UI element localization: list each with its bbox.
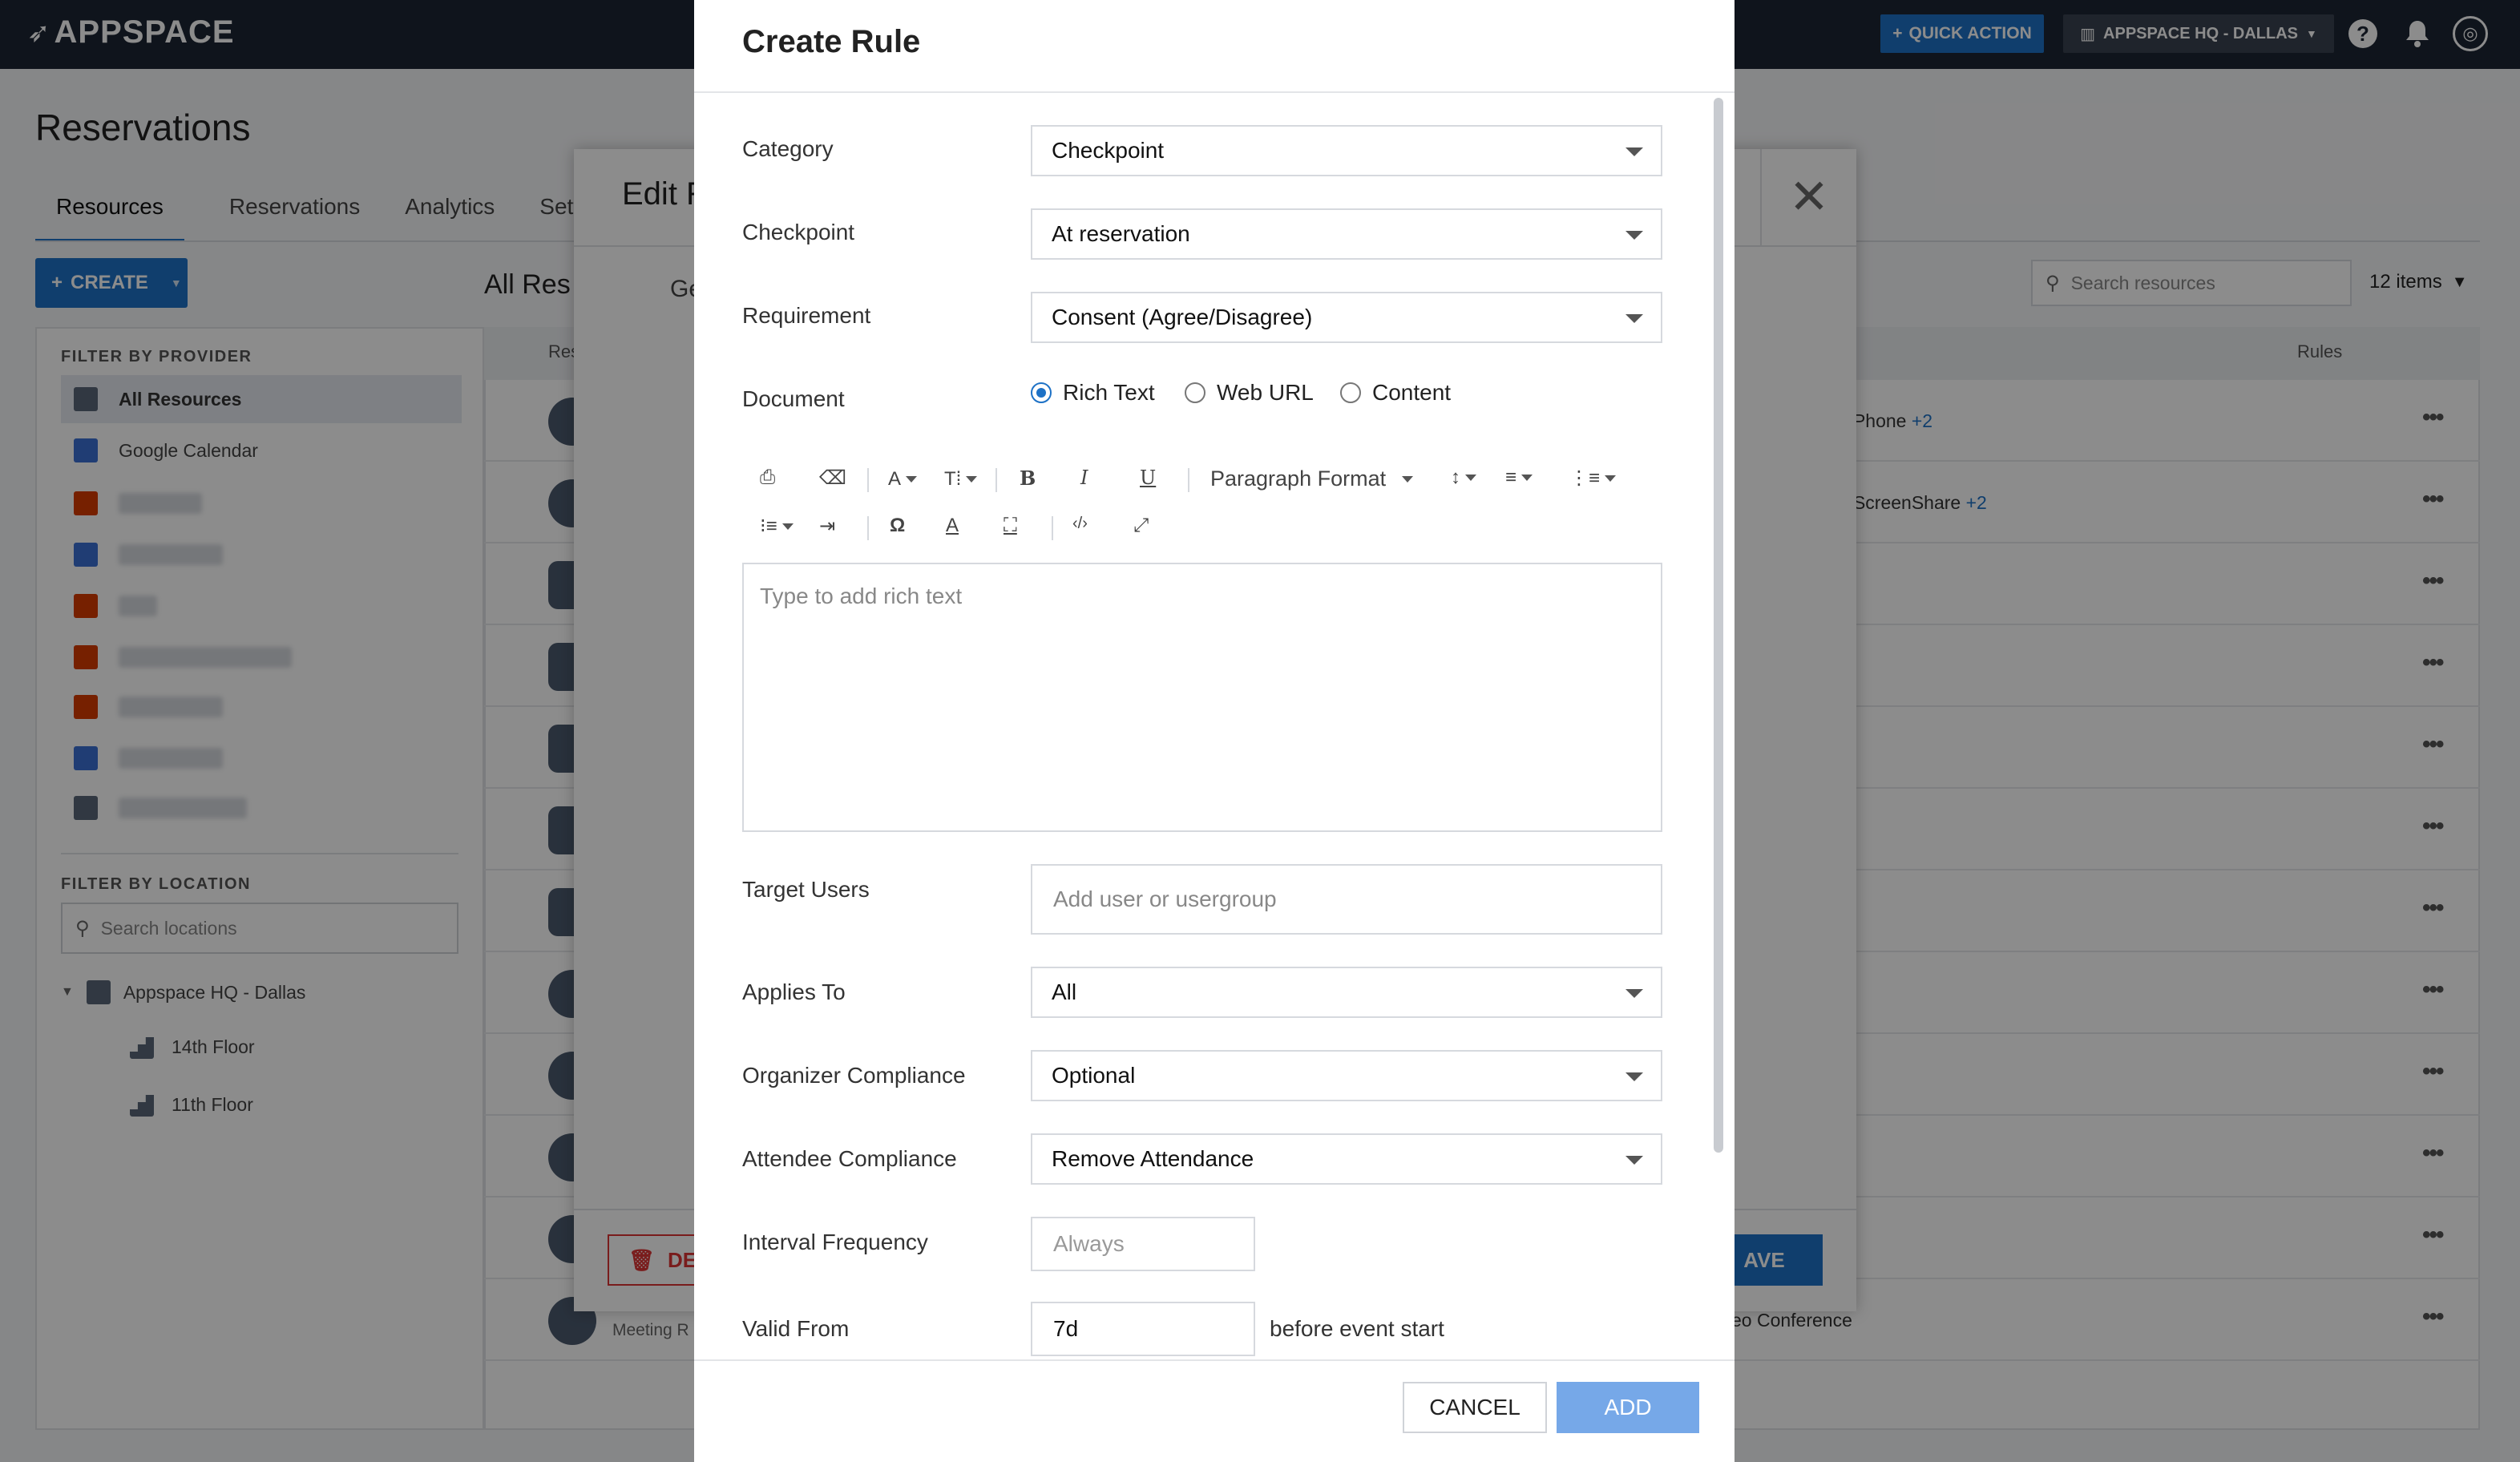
- clear-format-icon[interactable]: ⌫: [819, 466, 846, 490]
- modal-header-divider: [694, 91, 1735, 93]
- print-icon[interactable]: ⎙: [760, 466, 775, 489]
- fullscreen-icon[interactable]: ⤢: [1133, 515, 1149, 537]
- paragraph-format-dropdown[interactable]: Paragraph Format: [1210, 466, 1413, 491]
- text-color-icon[interactable]: A: [946, 515, 959, 537]
- line-height-icon[interactable]: ↕: [1451, 466, 1476, 489]
- attendee-compliance-label: Attendee Compliance: [742, 1146, 957, 1171]
- add-button[interactable]: ADD: [1557, 1382, 1699, 1433]
- attendee-compliance-select[interactable]: Remove Attendance: [1031, 1133, 1662, 1185]
- underline-icon[interactable]: U: [1140, 466, 1156, 489]
- radio-unselected-icon: [1340, 382, 1361, 403]
- cancel-button[interactable]: CANCEL: [1403, 1382, 1547, 1433]
- category-select[interactable]: Checkpoint: [1031, 125, 1662, 176]
- ordered-list-icon[interactable]: ⋮≡: [1569, 466, 1617, 490]
- radio-content[interactable]: Content: [1340, 380, 1451, 406]
- modal-title: Create Rule: [742, 24, 921, 59]
- applies-to-select[interactable]: All: [1031, 967, 1662, 1018]
- chevron-down-icon: [1625, 314, 1643, 323]
- chevron-down-icon: [1625, 1072, 1643, 1081]
- chevron-down-icon: [1625, 1156, 1643, 1165]
- align-icon[interactable]: ≡: [1505, 466, 1533, 489]
- modal-footer-divider: [694, 1359, 1735, 1361]
- organizer-compliance-select[interactable]: Optional: [1031, 1050, 1662, 1101]
- target-users-input[interactable]: Add user or usergroup: [1031, 864, 1662, 935]
- chevron-down-icon: [1625, 231, 1643, 240]
- font-size-icon[interactable]: T⁞: [944, 468, 978, 491]
- toolbar-separator: [867, 468, 869, 492]
- radio-rich-text[interactable]: Rich Text: [1031, 380, 1155, 406]
- modal-scrollbar[interactable]: [1714, 98, 1723, 1153]
- toolbar-separator: [995, 468, 997, 492]
- valid-from-input[interactable]: 7d: [1031, 1302, 1255, 1356]
- target-users-label: Target Users: [742, 877, 870, 902]
- valid-from-suffix: before event start: [1270, 1316, 1444, 1341]
- organizer-compliance-label: Organizer Compliance: [742, 1063, 966, 1088]
- radio-selected-icon: [1031, 382, 1052, 403]
- radio-web-url[interactable]: Web URL: [1185, 380, 1314, 406]
- editor-toolbar: ⎙ ⌫ A T⁞ B I U Paragraph Format ↕ ≡ ⋮≡ ⁝…: [742, 449, 1662, 564]
- category-label: Category: [742, 136, 834, 161]
- valid-from-label: Valid From: [742, 1316, 850, 1341]
- chevron-down-icon: [1625, 147, 1643, 156]
- font-family-icon[interactable]: A: [888, 468, 918, 491]
- interval-frequency-label: Interval Frequency: [742, 1230, 928, 1254]
- applies-to-label: Applies To: [742, 979, 846, 1004]
- special-characters-icon[interactable]: Ω: [890, 515, 905, 537]
- editor-placeholder: Type to add rich text: [760, 584, 963, 608]
- toolbar-separator: [1188, 468, 1189, 492]
- checkpoint-label: Checkpoint: [742, 220, 855, 244]
- requirement-select[interactable]: Consent (Agree/Disagree): [1031, 292, 1662, 343]
- radio-unselected-icon: [1185, 382, 1205, 403]
- toolbar-separator: [1052, 516, 1053, 540]
- checkpoint-select[interactable]: At reservation: [1031, 208, 1662, 260]
- unordered-list-icon[interactable]: ⁝≡: [760, 515, 794, 538]
- italic-icon[interactable]: I: [1080, 466, 1088, 489]
- chevron-down-icon: [1625, 989, 1643, 998]
- interval-frequency-input[interactable]: Always: [1031, 1217, 1255, 1271]
- code-view-icon[interactable]: ‹/›: [1072, 515, 1088, 533]
- background-color-icon[interactable]: ⛶: [1004, 515, 1017, 537]
- requirement-label: Requirement: [742, 303, 871, 328]
- document-label: Document: [742, 386, 845, 411]
- bold-icon[interactable]: B: [1020, 466, 1036, 490]
- indent-icon[interactable]: ⇥: [819, 515, 835, 538]
- toolbar-separator: [867, 516, 869, 540]
